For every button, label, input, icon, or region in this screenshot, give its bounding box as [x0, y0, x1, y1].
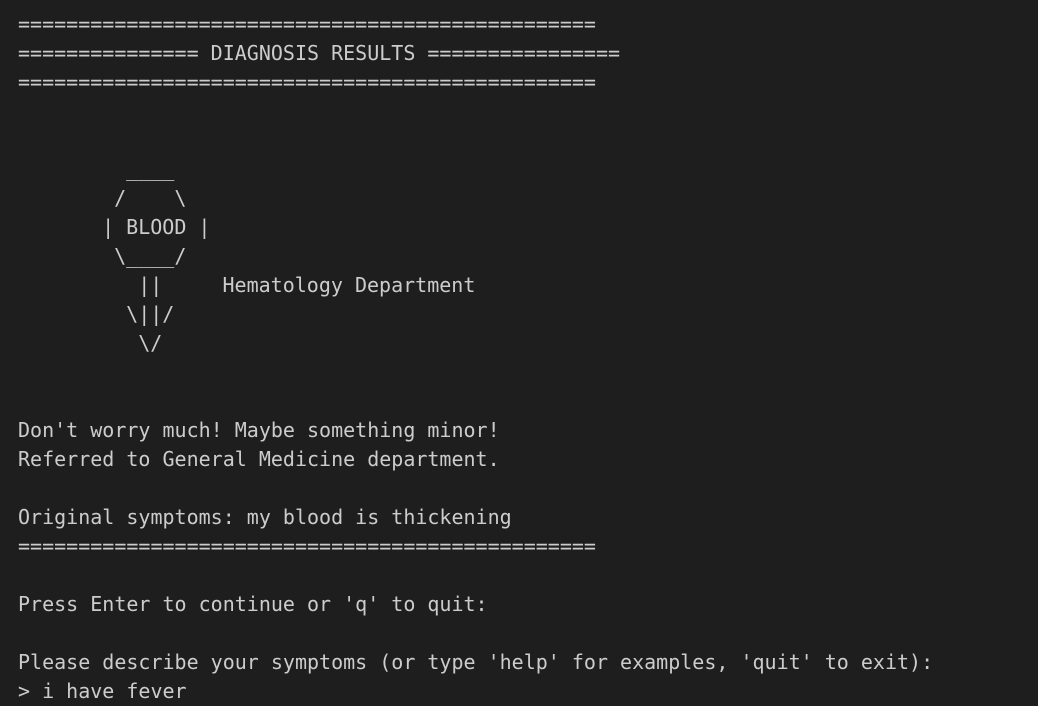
art-line-1: ____ — [78, 157, 175, 181]
art-line-2: / \ — [78, 186, 187, 210]
separator-top: ========================================… — [18, 12, 596, 36]
describe-symptoms-prompt: Please describe your symptoms (or type '… — [18, 650, 934, 674]
reassurance-message: Don't worry much! Maybe something minor! — [18, 418, 500, 442]
art-line-4: \____/ — [78, 244, 187, 268]
separator-under-header: ========================================… — [18, 70, 596, 94]
art-line-7: \/ — [78, 331, 163, 355]
art-line-6: \||/ — [78, 302, 175, 326]
art-line-3: | BLOOD | — [78, 215, 211, 239]
terminal-window[interactable]: ========================================… — [0, 0, 1038, 703]
continue-prompt: Press Enter to continue or 'q' to quit: — [18, 592, 488, 616]
art-line-5-hematology-department: || Hematology Department — [78, 273, 476, 297]
original-symptoms-text: Original symptoms: my blood is thickenin… — [18, 505, 512, 529]
diagnosis-results-header: =============== DIAGNOSIS RESULTS ======… — [18, 41, 621, 65]
referral-message: Referred to General Medicine department. — [18, 447, 500, 471]
blood-ascii-art: ____ / \ | BLOOD | \____/ || Hematology … — [18, 155, 1038, 358]
separator-bottom: ========================================… — [18, 534, 596, 558]
